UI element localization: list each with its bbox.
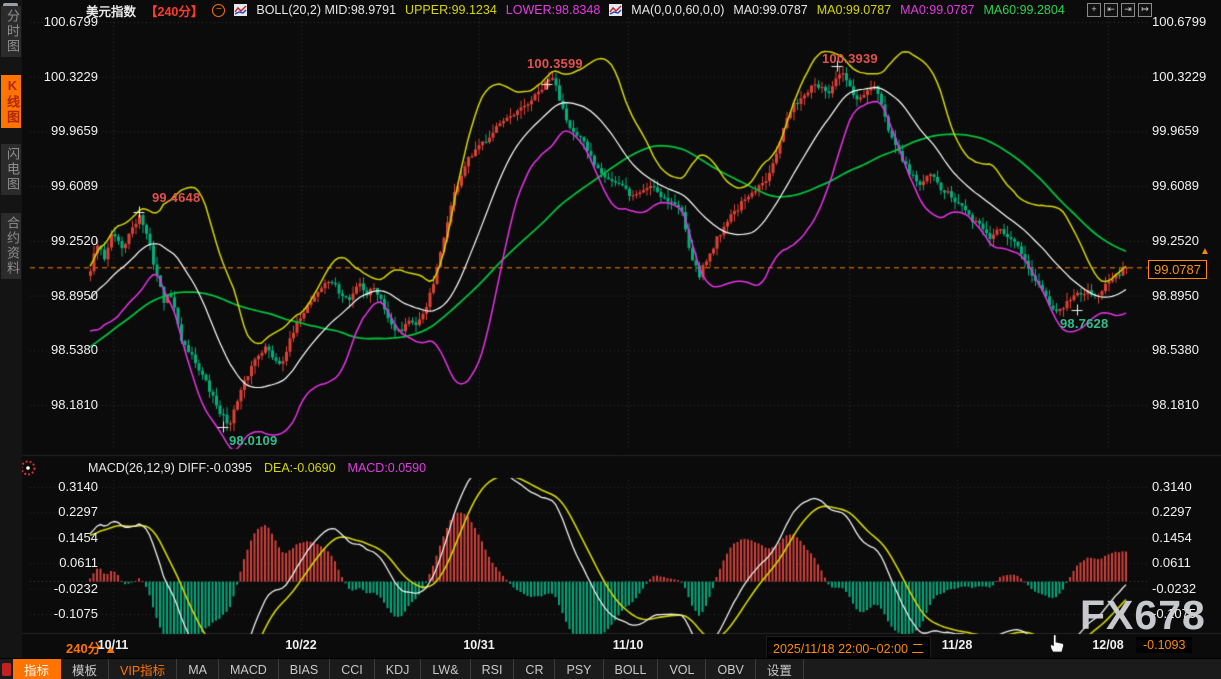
chart-canvas[interactable] xyxy=(0,0,1221,679)
ma0-value-2: MA0:99.0787 xyxy=(817,3,891,17)
price-axis-label-right: 100.3229 xyxy=(1152,69,1221,84)
price-axis-label-right: 98.8950 xyxy=(1152,288,1221,303)
price-axis-label-left: 99.9659 xyxy=(28,123,98,138)
toolbar-item-MA[interactable]: MA xyxy=(177,659,219,679)
date-tick-10-22: 10/22 xyxy=(285,638,316,652)
date-tick-11-28: 11/28 xyxy=(942,638,973,652)
toolbar-item-MACD[interactable]: MACD xyxy=(219,659,279,679)
extreme-value-annotation: 98.7628 xyxy=(1060,316,1108,331)
extreme-value-annotation: 98.0109 xyxy=(229,433,277,448)
price-axis-label-left: 99.6089 xyxy=(28,178,98,193)
price-axis-label-left: 98.5380 xyxy=(28,342,98,357)
macd-cursor-value: -0.1093 xyxy=(1136,637,1192,653)
symbol-name: 美元指数 xyxy=(86,1,136,20)
collapse-icon[interactable]: − xyxy=(212,4,225,17)
indicator-toolbar: 指标模板VIP指标MAMACDBIASCCIKDJLW&RSICRPSYBOLL… xyxy=(0,658,1221,679)
price-axis-label-left: 100.3229 xyxy=(28,69,98,84)
date-tick-12-08: 12/08 xyxy=(1092,638,1123,652)
price-axis-label-right: 100.6799 xyxy=(1152,14,1221,29)
zoom-out-bars-icon[interactable]: ⇥ xyxy=(1121,3,1135,17)
toolbar-item-模板[interactable]: 模板 xyxy=(61,659,109,679)
sidebar-tab-4[interactable]: 合约资料 xyxy=(1,213,21,279)
ma-indicator-icon[interactable] xyxy=(609,4,622,16)
date-tick-11-10: 11/10 xyxy=(613,638,644,652)
toolbar-item-OBV[interactable]: OBV xyxy=(706,659,755,679)
period-label: 【240分】 xyxy=(145,1,203,20)
macd-title: MACD(26,12,9) DIFF:-0.0395 xyxy=(88,461,252,475)
toolbar-item-CCI[interactable]: CCI xyxy=(330,659,375,679)
macd-axis-label-left: 0.0611 xyxy=(28,555,98,570)
toolbar-item-BOLL[interactable]: BOLL xyxy=(604,659,659,679)
chart-tool-icons: +⇤⇥↦ xyxy=(1087,3,1152,17)
extreme-value-annotation: 99.4648 xyxy=(152,190,200,205)
toolbar-item-KDJ[interactable]: KDJ xyxy=(375,659,422,679)
macd-axis-label-left: -0.0232 xyxy=(28,581,98,596)
chart-window: 分时图 K线图闪电图合约资料 美元指数 【240分】 − BOLL(20,2) M… xyxy=(0,0,1221,679)
sidebar-tab-3[interactable]: 闪电图 xyxy=(1,144,21,195)
toolbar-item-CR[interactable]: CR xyxy=(514,659,555,679)
toolbar-item-指标[interactable]: 指标 xyxy=(13,659,61,679)
goto-latest-icon[interactable]: ↦ xyxy=(1138,3,1152,17)
boll-lower-value: LOWER:98.8348 xyxy=(506,3,601,17)
toolbar-item-BIAS[interactable]: BIAS xyxy=(279,659,331,679)
watermark: FX678 xyxy=(1080,592,1206,639)
ma0-value-1: MA0:99.0787 xyxy=(733,3,807,17)
zoom-in-bars-icon[interactable]: ⇤ xyxy=(1104,3,1118,17)
pan-icon[interactable]: + xyxy=(1087,3,1101,17)
price-axis-label-right: 99.9659 xyxy=(1152,123,1221,138)
price-up-arrow-icon: ▲ xyxy=(1200,246,1210,257)
macd-axis-label-left: 0.2297 xyxy=(28,504,98,519)
ma60-value: MA60:99.2804 xyxy=(983,3,1064,17)
macd-axis-label-right: 0.2297 xyxy=(1152,504,1221,519)
macd-axis-label-left: -0.1075 xyxy=(28,606,98,621)
toolbar-item-LW&[interactable]: LW& xyxy=(421,659,470,679)
toolbar-item-VOL[interactable]: VOL xyxy=(658,659,706,679)
macd-axis-label-left: 0.1454 xyxy=(28,530,98,545)
price-axis-label-right: 98.1810 xyxy=(1152,397,1221,412)
macd-dea-value: DEA:-0.0690 xyxy=(264,461,336,475)
macd-axis-label-left: 0.3140 xyxy=(28,479,98,494)
chart-header: 美元指数 【240分】 − BOLL(20,2) MID:98.9791 UPP… xyxy=(86,3,1065,17)
toolbar-item-设置[interactable]: 设置 xyxy=(756,659,804,679)
price-axis-label-left: 98.1810 xyxy=(28,397,98,412)
macd-axis-label-right: 0.0611 xyxy=(1152,555,1221,570)
ma0-value-3: MA0:99.0787 xyxy=(900,3,974,17)
price-axis-label-right: 98.5380 xyxy=(1152,342,1221,357)
boll-indicator-icon[interactable] xyxy=(234,4,247,16)
mouse-hand-cursor xyxy=(1048,632,1068,654)
price-axis-label-right: 99.6089 xyxy=(1152,178,1221,193)
time-axis: 240分 ▲ 2025/11/18 22:00~02:00 二 10/1110/… xyxy=(0,634,1221,658)
sidebar-tab-1[interactable]: 分时图 xyxy=(1,6,21,57)
boll-values: BOLL(20,2) MID:98.9791 xyxy=(256,3,396,17)
price-axis-label-left: 99.2520 xyxy=(28,233,98,248)
price-axis-label-right: 99.2520 xyxy=(1152,233,1221,248)
toolbar-corner-icon[interactable] xyxy=(2,663,11,676)
left-sidebar: 分时图 K线图闪电图合约资料 xyxy=(0,0,22,658)
toolbar-item-PSY[interactable]: PSY xyxy=(555,659,603,679)
crosshair-date-label: 2025/11/18 22:00~02:00 二 xyxy=(766,636,931,659)
boll-upper-value: UPPER:99.1234 xyxy=(405,3,497,17)
toolbar-item-VIP指标[interactable]: VIP指标 xyxy=(109,659,177,679)
price-axis-label-left: 98.8950 xyxy=(28,288,98,303)
toolbar-item-RSI[interactable]: RSI xyxy=(471,659,515,679)
extreme-value-annotation: 100.3599 xyxy=(527,56,583,71)
date-tick-10-31: 10/31 xyxy=(463,638,494,652)
macd-hist-value: MACD:0.0590 xyxy=(348,461,427,475)
extreme-value-annotation: 100.3939 xyxy=(822,51,878,66)
sidebar-tab-2[interactable]: K线图 xyxy=(1,75,21,128)
macd-header: MACD(26,12,9) DIFF:-0.0395 DEA:-0.0690 M… xyxy=(88,461,426,475)
macd-axis-label-right: 0.3140 xyxy=(1152,479,1221,494)
current-price-tag: 99.0787 xyxy=(1148,260,1207,279)
macd-axis-label-right: 0.1454 xyxy=(1152,530,1221,545)
ma-group-label: MA(0,0,0,60,0,0) xyxy=(631,3,724,17)
date-tick-10-11: 10/11 xyxy=(98,638,129,652)
